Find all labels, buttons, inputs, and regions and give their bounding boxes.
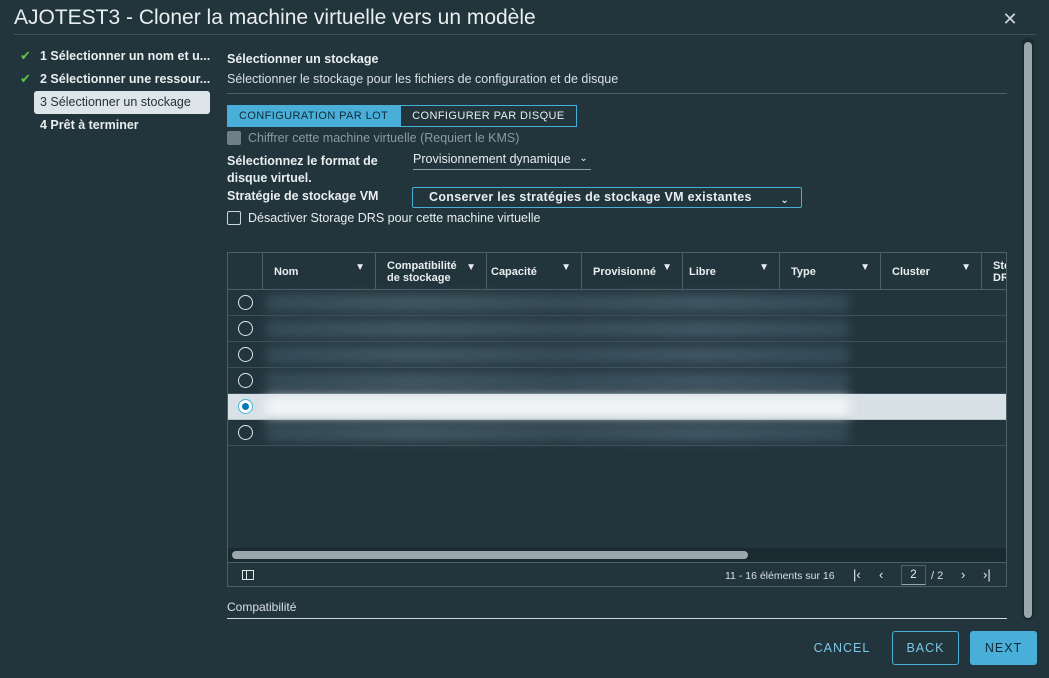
scroll-thumb[interactable] — [1024, 42, 1032, 618]
section-description: Sélectionner le stockage pour les fichie… — [227, 72, 619, 86]
redacted-row — [266, 346, 849, 364]
dialog-title: AJOTEST3 - Cloner la machine virtuelle v… — [14, 6, 536, 29]
disk-format-value: Provisionnement dynamique — [413, 152, 571, 166]
per-disk-config-button[interactable]: CONFIGURER PAR DISQUE — [400, 105, 577, 127]
disk-format-label: Sélectionnez le format de disque virtuel… — [227, 154, 378, 185]
wizard-steps: ✔ 1 Sélectionner un nom et u... ✔ 2 Sélect… — [20, 45, 212, 137]
step-2[interactable]: ✔ 2 Sélectionner une ressour... — [20, 68, 212, 91]
filter-icon[interactable]: ▼ — [466, 262, 476, 274]
col-storage-drs[interactable]: Sto DRS — [981, 253, 1006, 290]
drs-label: Désactiver Storage DRS pour cette machin… — [248, 211, 541, 225]
section-title: Sélectionner un stockage — [227, 52, 379, 66]
encrypt-option: Chiffrer cette machine virtuelle (Requie… — [227, 131, 519, 145]
compatibility-divider — [227, 618, 1007, 619]
row-radio[interactable] — [238, 347, 253, 362]
step-1[interactable]: ✔ 1 Sélectionner un nom et u... — [20, 45, 212, 68]
step-4-label: 4 Prêt à terminer — [40, 118, 139, 132]
filter-icon[interactable]: ▼ — [759, 262, 769, 274]
scroll-thumb[interactable] — [232, 551, 748, 559]
column-toggle-icon[interactable] — [242, 570, 254, 580]
last-page-icon[interactable]: ›| — [983, 567, 991, 582]
filter-icon[interactable]: ▼ — [355, 262, 365, 274]
vm-policy-label: Stratégie de stockage VM — [227, 189, 379, 203]
step-4[interactable]: 4 Prêt à terminer — [20, 114, 212, 137]
step-2-label: 2 Sélectionner une ressour... — [40, 72, 211, 86]
col-type[interactable]: Type ▼ — [779, 253, 880, 290]
check-icon: ✔ — [20, 71, 31, 86]
datastore-grid: Nom ▼ Compatibilité de stockage ▼ Capacité… — [227, 252, 1007, 587]
col-compat[interactable]: Compatibilité de stockage ▼ — [375, 253, 486, 290]
chevron-down-icon: ⌄ — [780, 195, 789, 206]
cancel-button[interactable]: CANCEL — [804, 632, 880, 664]
redacted-row — [266, 320, 849, 338]
compatibility-label: Compatibilité — [227, 600, 297, 614]
next-page-icon[interactable]: › — [961, 567, 965, 582]
redacted-row — [266, 424, 849, 442]
row-radio[interactable] — [238, 373, 253, 388]
encrypt-label: Chiffrer cette machine virtuelle (Requie… — [248, 131, 520, 145]
page-total: / 2 — [931, 570, 944, 582]
table-row[interactable] — [228, 290, 1006, 316]
table-row-selected[interactable] — [228, 394, 1006, 420]
horizontal-scrollbar[interactable] — [228, 548, 1006, 562]
table-row[interactable] — [228, 342, 1006, 368]
row-radio[interactable] — [238, 321, 253, 336]
col-capacite[interactable]: Capacité ▼ — [486, 253, 581, 290]
grid-header: Nom ▼ Compatibilité de stockage ▼ Capacité… — [228, 253, 1006, 290]
filter-icon[interactable]: ▼ — [662, 262, 672, 274]
row-radio[interactable] — [238, 295, 253, 310]
section-divider — [227, 93, 1007, 94]
row-radio[interactable] — [238, 425, 253, 440]
vm-policy-value: Conserver les stratégies de stockage VM … — [429, 190, 752, 204]
row-radio[interactable] — [238, 399, 253, 414]
filter-icon[interactable]: ▼ — [860, 262, 870, 274]
prev-page-icon[interactable]: ‹ — [879, 567, 883, 582]
pagination-range: 11 - 16 éléments sur 16 — [725, 570, 835, 582]
check-icon: ✔ — [20, 48, 31, 63]
filter-icon[interactable]: ▼ — [561, 262, 571, 274]
col-nom[interactable]: Nom ▼ — [262, 253, 375, 290]
close-icon[interactable]: ✕ — [1002, 10, 1018, 28]
redacted-row — [266, 397, 849, 417]
col-libre[interactable]: Libre ▼ — [682, 253, 779, 290]
chevron-down-icon: ⌄ — [579, 153, 588, 164]
step-1-label: 1 Sélectionner un nom et u... — [40, 49, 211, 63]
step-3[interactable]: 3 Sélectionner un stockage — [34, 91, 210, 114]
page-input[interactable] — [901, 565, 926, 585]
redacted-row — [266, 372, 849, 390]
table-row[interactable] — [228, 316, 1006, 342]
vertical-scrollbar[interactable] — [1022, 38, 1034, 620]
col-provisionne[interactable]: Provisionné ▼ — [581, 253, 682, 290]
table-row[interactable] — [228, 420, 1006, 446]
disk-format-select[interactable]: Provisionnement dynamique ⌄ — [413, 152, 591, 170]
back-button[interactable]: BACK — [892, 631, 959, 665]
filter-icon[interactable]: ▼ — [961, 262, 971, 274]
step-3-label: 3 Sélectionner un stockage — [40, 95, 191, 109]
drs-checkbox[interactable] — [227, 211, 241, 225]
vm-policy-select[interactable]: Conserver les stratégies de stockage VM … — [412, 187, 802, 208]
col-cluster[interactable]: Cluster ▼ — [880, 253, 981, 290]
drs-option: Désactiver Storage DRS pour cette machin… — [227, 211, 541, 225]
config-mode-toggle: CONFIGURATION PAR LOT CONFIGURER PAR DIS… — [227, 105, 577, 127]
redacted-row — [266, 294, 849, 312]
first-page-icon[interactable]: |‹ — [853, 567, 861, 582]
title-divider — [14, 34, 1036, 35]
encrypt-checkbox[interactable] — [227, 131, 241, 145]
next-button[interactable]: NEXT — [970, 631, 1037, 665]
grid-footer: 11 - 16 éléments sur 16 |‹ ‹ / 2 › ›| — [228, 562, 1006, 586]
table-row[interactable] — [228, 368, 1006, 394]
batch-config-button[interactable]: CONFIGURATION PAR LOT — [227, 105, 401, 127]
